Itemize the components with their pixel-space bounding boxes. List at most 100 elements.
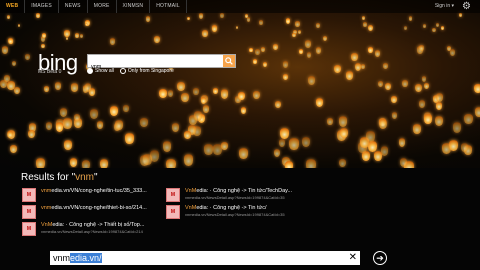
result-item[interactable]: M VnMedia: · Công nghệ -> Tin tức/ vnmed…: [166, 205, 285, 219]
result-title[interactable]: VnMedia: · Công nghệ -> Thiết bị số/Top.…: [41, 222, 144, 228]
radio-show-all[interactable]: [87, 68, 93, 74]
lantern: [475, 107, 480, 118]
lantern: [424, 82, 430, 89]
lantern: [464, 113, 473, 124]
nav-xinmsn[interactable]: XINMSN: [117, 0, 151, 13]
lantern: [96, 121, 103, 129]
lantern: [74, 33, 79, 38]
lantern: [279, 127, 289, 139]
lantern: [192, 88, 199, 96]
result-title[interactable]: VnMedia: · Công nghệ -> Tin tức/TechDay.…: [185, 188, 292, 194]
lantern: [99, 158, 108, 168]
lantern: [414, 83, 422, 93]
lantern: [115, 120, 123, 130]
lantern: [435, 22, 439, 27]
lantern: [45, 121, 52, 130]
lantern: [432, 27, 436, 33]
nav-more[interactable]: MORE: [88, 0, 117, 13]
result-item[interactable]: M vnmedia.vn/VN/cong-nghe/thiet-bi-so/21…: [22, 205, 147, 219]
lantern: [27, 129, 35, 139]
result-favicon-icon: M: [166, 188, 180, 202]
lantern: [292, 32, 296, 38]
lantern: [327, 118, 333, 126]
lantern: [282, 73, 288, 80]
lantern: [308, 76, 316, 86]
option-only-singapore[interactable]: Only from Singapore: [119, 68, 174, 74]
search-box: [87, 54, 236, 73]
lantern: [7, 37, 13, 45]
top-nav: WEB IMAGES NEWS MORE XINMSN HOTMAIL: [0, 0, 187, 13]
lantern: [84, 22, 88, 27]
lantern: [441, 26, 445, 31]
lantern: [221, 141, 228, 151]
radio-only-singapore[interactable]: [119, 68, 126, 74]
lantern: [238, 91, 245, 100]
lantern: [279, 139, 286, 148]
search-button[interactable]: [223, 55, 235, 67]
result-url: vnmedia.vn/NewsDetail.asp?NewsId=199874&…: [185, 195, 285, 200]
gear-icon[interactable]: ⚙: [461, 1, 472, 12]
lantern: [6, 15, 10, 20]
result-item[interactable]: M vnmedia.vn/VN/cong-nghe/tin-tuc/35_333…: [22, 188, 147, 202]
result-item[interactable]: M VnMedia: · Công nghệ -> Thiết bị số/To…: [22, 222, 144, 236]
lantern: [36, 157, 45, 168]
lantern: [69, 157, 78, 167]
signin-link[interactable]: Sign in ▾: [435, 0, 454, 13]
lantern: [391, 96, 397, 104]
nav-images[interactable]: IMAGES: [25, 0, 59, 13]
lantern: [73, 113, 80, 121]
lantern: [449, 49, 456, 57]
result-item[interactable]: M VnMedia: · Công nghệ -> Tin tức/TechDa…: [166, 188, 292, 202]
lantern: [289, 138, 299, 150]
result-title[interactable]: vnmedia.vn/VN/cong-nghe/tin-tuc/35_333..…: [41, 188, 147, 194]
result-title[interactable]: vnmedia.vn/VN/cong-nghe/thiet-bi-so/214.…: [41, 205, 147, 211]
lantern: [398, 138, 406, 147]
lantern: [41, 33, 46, 39]
lantern: [375, 50, 381, 57]
lantern: [305, 158, 316, 168]
lantern: [13, 86, 20, 94]
nav-hotmail[interactable]: HOTMAIL: [150, 0, 187, 13]
lantern: [17, 24, 21, 28]
lantern: [253, 91, 260, 100]
result-favicon-icon: M: [22, 222, 36, 236]
lantern: [171, 122, 179, 132]
clear-icon[interactable]: ✕: [349, 252, 357, 264]
result-url: vnmedia.vn/NewsDetail.asp?NewsId=199874&…: [41, 229, 143, 234]
lantern: [240, 106, 247, 114]
lantern: [418, 100, 426, 109]
lantern: [459, 13, 463, 18]
lantern: [24, 53, 30, 61]
lantern: [1, 46, 8, 54]
bottom-search-input[interactable]: vnmedia.vn/ ✕: [50, 251, 360, 265]
lantern: [10, 144, 17, 154]
lantern: [44, 86, 49, 92]
nav-web[interactable]: WEB: [0, 0, 26, 13]
lantern: [362, 15, 366, 20]
result-favicon-icon: M: [166, 205, 180, 219]
option-show-all[interactable]: Show all: [87, 68, 114, 74]
result-title[interactable]: VnMedia: · Công nghệ -> Tin tức/: [185, 205, 285, 211]
lantern: [461, 143, 469, 152]
lantern: [360, 64, 365, 69]
lantern: [295, 21, 300, 27]
lantern: [249, 47, 253, 52]
lantern: [391, 112, 398, 120]
go-arrow-icon[interactable]: ➔: [373, 251, 387, 265]
nav-news[interactable]: NEWS: [59, 0, 88, 13]
lantern: [436, 92, 444, 102]
search-icon: [225, 57, 233, 65]
lantern: [412, 124, 421, 134]
lantern: [297, 29, 302, 35]
lantern: [41, 43, 45, 48]
top-bar: WEB IMAGES NEWS MORE XINMSN HOTMAIL Sign…: [0, 0, 480, 13]
lantern: [181, 92, 189, 103]
lantern: [235, 25, 239, 30]
lantern: [193, 110, 202, 121]
beta-label: MS Beta 0: [38, 69, 62, 75]
lantern: [89, 108, 98, 119]
lantern: [211, 24, 218, 32]
lantern: [199, 13, 204, 19]
lantern: [377, 80, 383, 88]
lantern: [368, 46, 374, 53]
